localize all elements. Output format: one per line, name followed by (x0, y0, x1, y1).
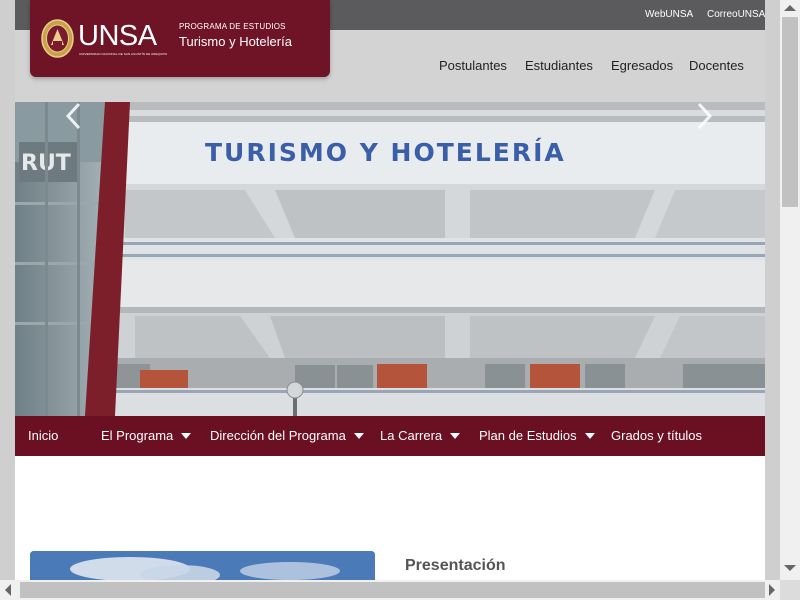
sky-photo (30, 551, 375, 580)
menu-label: Plan de Estudios (479, 428, 577, 443)
scroll-left-icon[interactable] (5, 584, 11, 596)
browser-viewport: WebUNSA CorreoUNSA Postulantes Estudiant… (15, 0, 765, 580)
scroll-up-icon[interactable] (784, 5, 796, 11)
caret-down-icon (450, 432, 461, 439)
menu-label: Grados y títulos (611, 428, 703, 443)
vertical-scroll-thumb[interactable] (782, 17, 798, 207)
nav-postulantes[interactable]: Postulantes (439, 58, 507, 73)
menu-label: El Programa (101, 428, 174, 443)
menu-direccion-del-programa[interactable]: Dirección del Programa (210, 428, 364, 443)
site-logo[interactable]: UNSA UNIVERSIDAD NACIONAL DE SAN AGUSTÍN… (30, 0, 330, 77)
building-sign-text: TURISMO Y HOTELERÍA (205, 138, 566, 167)
webunsa-link[interactable]: WebUNSA (645, 9, 693, 20)
menu-la-carrera[interactable]: La Carrera (380, 428, 461, 443)
horizontal-scrollbar[interactable] (0, 580, 780, 600)
menu-label: Dirección del Programa (210, 428, 346, 443)
correounsa-link[interactable]: CorreoUNSA (707, 9, 765, 20)
main-menu: Inicio El Programa Dirección del Program… (15, 416, 765, 456)
menu-inicio[interactable]: Inicio (28, 428, 58, 443)
menu-el-programa[interactable]: El Programa (101, 428, 192, 443)
carousel-next-icon[interactable] (697, 102, 713, 130)
presentation-image (30, 551, 375, 580)
horizontal-scroll-thumb[interactable] (20, 582, 765, 598)
university-seal-icon (41, 19, 74, 58)
unsa-wordmark: UNSA (78, 20, 157, 52)
menu-label: Inicio (28, 428, 59, 443)
scroll-right-icon[interactable] (769, 584, 775, 596)
scroll-down-icon[interactable] (784, 565, 796, 571)
caret-down-icon (181, 432, 192, 439)
menu-grados-y-titulos[interactable]: Grados y títulos (611, 428, 702, 443)
hero-carousel[interactable]: TURISMO Y HOTELERÍA (15, 102, 765, 416)
menu-plan-de-estudios[interactable]: Plan de Estudios (479, 428, 595, 443)
caret-down-icon (353, 432, 364, 439)
program-label: PROGRAMA DE ESTUDIOS (179, 22, 286, 31)
scrollbar-corner (780, 580, 800, 600)
menu-label: La Carrera (380, 428, 443, 443)
caret-down-icon (584, 432, 595, 439)
section-title: Presentación (405, 557, 506, 574)
nav-estudiantes[interactable]: Estudiantes (525, 58, 593, 73)
hero-building-photo: TURISMO Y HOTELERÍA (15, 102, 765, 416)
vertical-scrollbar[interactable] (780, 0, 800, 580)
program-name: Turismo y Hotelería (179, 34, 292, 49)
carousel-prev-icon[interactable] (65, 102, 81, 130)
university-name: UNIVERSIDAD NACIONAL DE SAN AGUSTÍN DE A… (79, 52, 168, 56)
nav-egresados[interactable]: Egresados (611, 58, 673, 73)
nav-docentes[interactable]: Docentes (689, 58, 744, 73)
